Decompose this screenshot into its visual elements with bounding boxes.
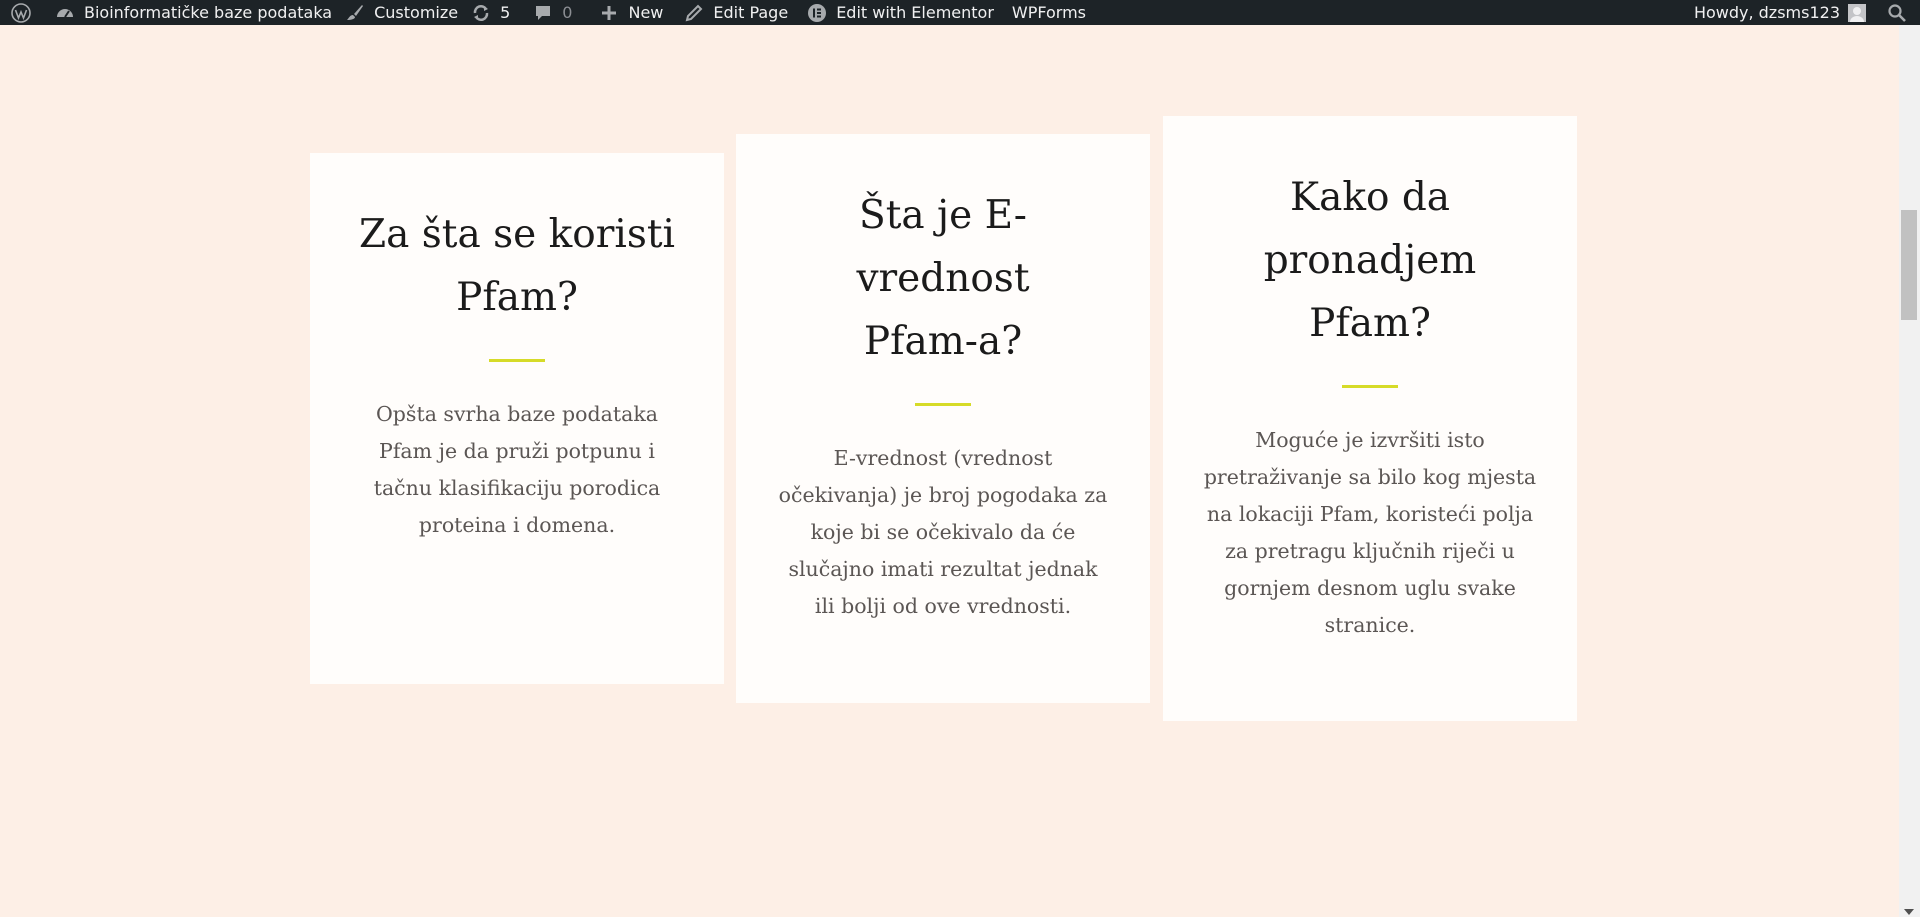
scrollbar-thumb[interactable] <box>1901 210 1917 320</box>
feature-card-e-value: Šta je E-vrednost Pfam-a? E-vrednost (vr… <box>736 134 1150 703</box>
card-title: Šta je E-vrednost Pfam-a? <box>776 184 1110 373</box>
card-title-line1: Za šta se koristi <box>359 212 675 257</box>
new-content-menu[interactable]: New <box>584 0 675 25</box>
comment-icon <box>532 2 554 24</box>
card-divider <box>489 359 545 362</box>
card-title-line2: Pfam-a? <box>863 319 1023 364</box>
pencil-icon <box>683 2 705 24</box>
search-toggle[interactable] <box>1886 0 1920 25</box>
wordpress-icon <box>8 2 34 24</box>
new-label: New <box>628 3 664 22</box>
card-divider <box>1342 385 1398 388</box>
updates-icon <box>470 2 492 24</box>
card-title-line2: Pfam? <box>456 275 578 320</box>
edit-elementor-link[interactable]: Edit with Elementor <box>800 0 1006 25</box>
feature-card-pfam-usage: Za šta se koristi Pfam? Opšta svrha baze… <box>310 153 724 684</box>
wpforms-menu[interactable]: WPForms <box>1006 0 1098 25</box>
wpforms-label: WPForms <box>1011 3 1087 22</box>
card-body: Opšta svrha baze podataka Pfam je da pru… <box>373 402 661 537</box>
card-divider <box>915 403 971 406</box>
elementor-icon <box>806 2 828 24</box>
plus-icon <box>598 2 620 24</box>
card-title: Kako da pronadjem Pfam? <box>1203 166 1537 355</box>
edit-page-label: Edit Page <box>713 3 789 22</box>
card-title: Za šta se koristi Pfam? <box>350 203 684 329</box>
comments-count: 0 <box>562 3 573 22</box>
vertical-scrollbar[interactable] <box>1899 25 1920 917</box>
edit-elementor-label: Edit with Elementor <box>836 3 994 22</box>
edit-page-link[interactable]: Edit Page <box>675 0 800 25</box>
customize-label: Customize <box>374 3 459 22</box>
my-account-menu[interactable]: Howdy, dzsms123 <box>1694 0 1886 25</box>
search-icon <box>1886 2 1908 24</box>
dashboard-icon <box>54 2 76 24</box>
feature-card-find-pfam: Kako da pronadjem Pfam? Moguće je izvrši… <box>1163 116 1577 721</box>
card-title-line1: Šta je E-vrednost <box>856 193 1030 301</box>
site-name: Bioinformatičke baze podataka <box>84 3 333 22</box>
updates-count: 5 <box>500 3 511 22</box>
paintbrush-icon <box>344 2 366 24</box>
card-title-line1: Kako da <box>1289 175 1451 220</box>
card-title-line2: pronadjem Pfam? <box>1263 238 1477 346</box>
admin-bar-secondary: Howdy, dzsms123 <box>1694 0 1920 25</box>
updates-link[interactable]: 5 <box>470 0 522 25</box>
card-body: E-vrednost (vrednost očekivanja) je broj… <box>778 446 1108 618</box>
page: Bioinformatičke baze podataka Customize … <box>0 0 1920 917</box>
howdy-label: Howdy, dzsms123 <box>1693 3 1840 22</box>
scroll-down-arrow-icon[interactable] <box>1904 909 1914 915</box>
customize-link[interactable]: Customize <box>344 0 470 25</box>
admin-bar: Bioinformatičke baze podataka Customize … <box>0 0 1920 25</box>
avatar <box>1848 3 1866 22</box>
wp-logo-menu[interactable] <box>0 0 54 25</box>
site-name-menu[interactable]: Bioinformatičke baze podataka <box>54 0 344 25</box>
card-body: Moguće je izvršiti isto pretraživanje sa… <box>1203 428 1537 637</box>
comments-link[interactable]: 0 <box>522 0 584 25</box>
